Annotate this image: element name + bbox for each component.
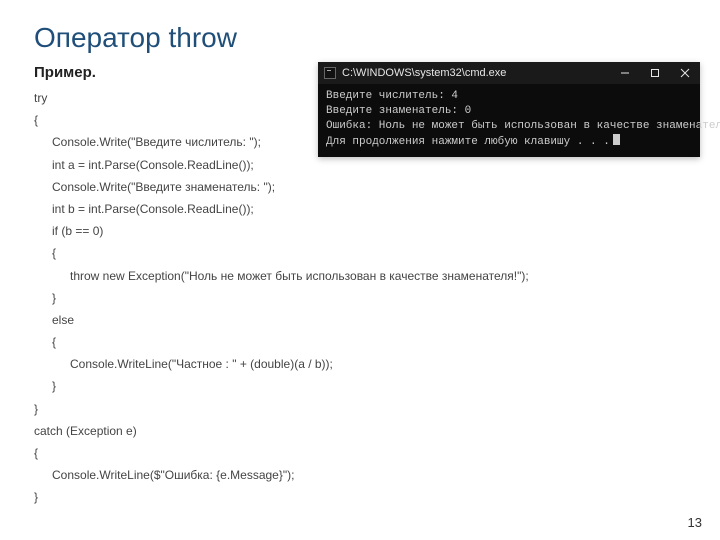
maximize-button[interactable] bbox=[640, 62, 670, 84]
cmd-icon bbox=[324, 67, 336, 79]
code-line: catch (Exception e) bbox=[34, 420, 686, 442]
close-button[interactable] bbox=[670, 62, 700, 84]
console-title-text: C:\WINDOWS\system32\cmd.exe bbox=[342, 67, 610, 79]
maximize-icon bbox=[650, 68, 660, 78]
code-line: Console.WriteLine($"Ошибка: {e.Message}"… bbox=[34, 464, 686, 486]
console-line: Ошибка: Ноль не может быть использован в… bbox=[326, 119, 692, 134]
cursor-icon bbox=[613, 134, 620, 145]
code-line: { bbox=[34, 442, 686, 464]
code-line: throw new Exception("Ноль не может быть … bbox=[34, 265, 686, 287]
console-line: Введите знаменатель: 0 bbox=[326, 104, 692, 119]
code-line: int b = int.Parse(Console.ReadLine()); bbox=[34, 198, 686, 220]
code-line: { bbox=[34, 242, 686, 264]
console-body: Введите числитель: 4Введите знаменатель:… bbox=[318, 84, 700, 157]
minimize-icon bbox=[620, 68, 630, 78]
code-line: } bbox=[34, 287, 686, 309]
console-line: Введите числитель: 4 bbox=[326, 89, 692, 104]
code-line: Console.Write("Введите знаменатель: "); bbox=[34, 176, 686, 198]
console-titlebar: C:\WINDOWS\system32\cmd.exe bbox=[318, 62, 700, 84]
close-icon bbox=[680, 68, 690, 78]
code-line: else bbox=[34, 309, 686, 331]
code-line: } bbox=[34, 398, 686, 420]
slide: Оператор throw Пример. try{Console.Write… bbox=[0, 0, 720, 540]
page-number: 13 bbox=[688, 515, 702, 530]
code-line: Console.WriteLine("Частное : " + (double… bbox=[34, 353, 686, 375]
code-line: } bbox=[34, 375, 686, 397]
code-line: { bbox=[34, 331, 686, 353]
console-line: Для продолжения нажмите любую клавишу . … bbox=[326, 134, 692, 150]
code-line: if (b == 0) bbox=[34, 220, 686, 242]
console-window: C:\WINDOWS\system32\cmd.exe Введите числ… bbox=[318, 62, 700, 157]
minimize-button[interactable] bbox=[610, 62, 640, 84]
window-buttons bbox=[610, 62, 700, 84]
code-line: } bbox=[34, 486, 686, 508]
slide-title: Оператор throw bbox=[34, 22, 686, 54]
